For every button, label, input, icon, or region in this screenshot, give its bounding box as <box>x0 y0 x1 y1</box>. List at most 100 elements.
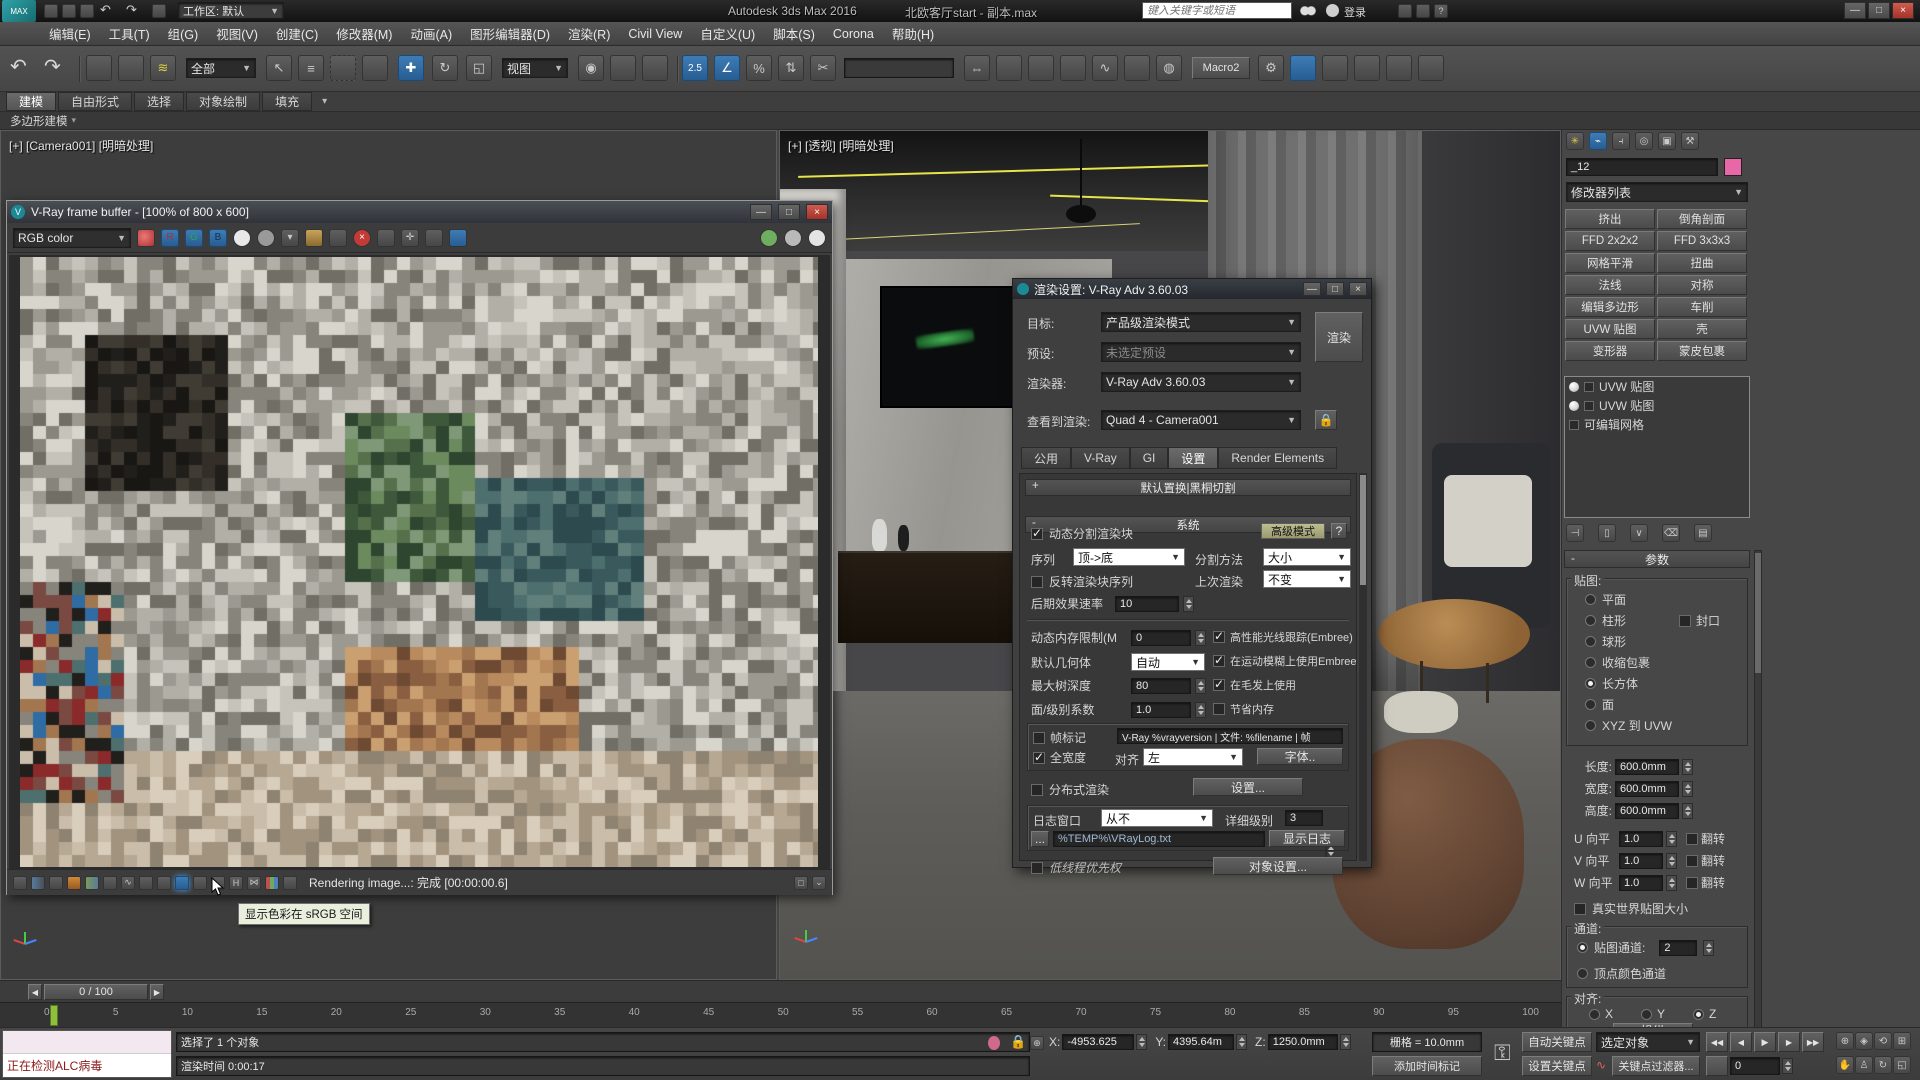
frame-stamp-checkbox[interactable] <box>1033 732 1045 744</box>
v-tile-spinner[interactable] <box>1666 853 1677 869</box>
height-spinner[interactable] <box>1682 803 1693 819</box>
go-to-start-icon[interactable]: ◀◀ <box>1706 1032 1728 1052</box>
search-binoculars-icon[interactable] <box>1300 2 1316 18</box>
key-filters-button[interactable]: 关键点过滤器... <box>1612 1056 1700 1076</box>
utilities-tab-icon[interactable]: ⚒ <box>1681 132 1699 150</box>
render-production-icon[interactable] <box>1322 55 1348 81</box>
orbit-icon[interactable]: ↻ <box>1874 1056 1892 1074</box>
isolate-toggle-icon[interactable] <box>988 1036 1000 1050</box>
view-lock-icon[interactable]: 🔒 <box>1315 410 1337 430</box>
selection-region-icon[interactable] <box>330 55 356 81</box>
conserve-memory-checkbox[interactable] <box>1213 703 1225 715</box>
make-unique-icon[interactable]: ∨ <box>1630 524 1648 542</box>
menu-item[interactable]: Civil View <box>619 25 691 43</box>
embree-hair-checkbox[interactable] <box>1213 679 1225 691</box>
show-log-button[interactable]: 显示日志 <box>1269 830 1345 847</box>
map-channel-field[interactable]: 2 <box>1659 940 1697 956</box>
menu-item[interactable]: 渲染(R) <box>559 22 619 45</box>
face-level-field[interactable]: 1.0 <box>1131 702 1191 718</box>
modifier-stack[interactable]: UVW 贴图 UVW 贴图 可编辑网格 <box>1564 376 1750 518</box>
stamp-align-dropdown[interactable]: 左▼ <box>1143 748 1243 766</box>
open-file-icon[interactable] <box>62 4 76 18</box>
snap-toggle-icon[interactable]: 2.5 <box>682 55 708 81</box>
dialog-scrollbar[interactable] <box>1359 473 1367 861</box>
use-pivot-center-icon[interactable]: ◉ <box>578 55 604 81</box>
hierarchy-tab-icon[interactable]: ⫞ <box>1612 132 1630 150</box>
render-last-icon[interactable] <box>760 229 778 247</box>
curve-editor-icon[interactable]: ∿ <box>1092 55 1118 81</box>
rollout-help-button[interactable]: ? <box>1331 523 1347 539</box>
embree-checkbox[interactable] <box>1213 631 1225 643</box>
window-minimize-icon[interactable]: — <box>1844 2 1866 19</box>
load-image-icon[interactable] <box>305 229 323 247</box>
post-rate-field[interactable]: 10 <box>1115 596 1179 612</box>
redo-scene-icon[interactable]: ↷ <box>44 54 61 79</box>
real-world-checkbox[interactable] <box>1574 903 1586 915</box>
u-tile-spinner[interactable] <box>1666 831 1677 847</box>
render-setup-dialog[interactable]: 渲染设置: V-Ray Adv 3.60.03 — □ × 目标: 产品级渲染模… <box>1012 278 1372 868</box>
menu-item[interactable]: 自定义(U) <box>691 22 764 45</box>
create-tab-icon[interactable]: ✳ <box>1566 132 1584 150</box>
bind-spacewarp-icon[interactable]: ≋ <box>150 55 176 81</box>
tab-render-elements[interactable]: Render Elements <box>1218 447 1337 469</box>
full-width-checkbox[interactable] <box>1033 752 1045 764</box>
motion-tab-icon[interactable]: ◎ <box>1635 132 1653 150</box>
auto-key-button[interactable]: 自动关键点 <box>1522 1032 1592 1052</box>
stamp-text-field[interactable]: V-Ray %vrayversion | 文件: %filename | 帧 <box>1117 728 1343 744</box>
next-frame-icon[interactable]: ▶ <box>1778 1032 1800 1052</box>
save-file-icon[interactable] <box>80 4 94 18</box>
modifier-enable-bulb-icon[interactable] <box>1569 382 1579 392</box>
key-mode-toggle-icon[interactable] <box>1706 1056 1728 1076</box>
modifier-list-dropdown[interactable]: 修改器列表▼ <box>1566 182 1748 202</box>
blue-channel-toggle[interactable]: B <box>209 229 227 247</box>
absolute-relative-icon[interactable]: ⊕ <box>1030 1036 1044 1050</box>
tab-settings[interactable]: 设置 <box>1168 447 1218 469</box>
stamp-icon[interactable] <box>283 876 297 890</box>
length-spinner[interactable] <box>1682 759 1693 775</box>
width-field[interactable]: 600.0mm <box>1615 781 1679 797</box>
red-channel-toggle[interactable]: R <box>161 229 179 247</box>
ribbon-tab-modeling[interactable]: 建模 <box>6 92 56 111</box>
dialog-maximize-icon[interactable]: □ <box>1326 282 1344 296</box>
log-path-field[interactable]: %TEMP%\VRayLog.txt <box>1053 831 1265 847</box>
stop-render-icon[interactable] <box>784 229 802 247</box>
color-corrections-icon[interactable] <box>137 229 155 247</box>
search-input[interactable] <box>1142 2 1292 19</box>
reference-coordinate-dropdown[interactable]: 视图▼ <box>502 58 568 78</box>
spinner-snap-icon[interactable]: ⇅ <box>778 55 804 81</box>
modifier-preset-button[interactable]: 壳 <box>1657 319 1747 339</box>
browse-log-button[interactable]: ... <box>1031 831 1049 847</box>
polygon-modeling-panel[interactable]: 多边形建模 <box>10 113 68 129</box>
xyz-uvw-radio[interactable] <box>1585 720 1596 731</box>
tree-depth-field[interactable]: 80 <box>1131 678 1191 694</box>
layer-manager-icon[interactable] <box>1028 55 1054 81</box>
select-and-move-icon[interactable]: ✚ <box>398 55 424 81</box>
tab-vray[interactable]: V-Ray <box>1071 447 1130 469</box>
percent-snap-icon[interactable]: % <box>746 55 772 81</box>
histogram-icon[interactable]: H <box>229 876 243 890</box>
frame-spinner[interactable] <box>1782 1058 1793 1074</box>
modifier-preset-button[interactable]: 扭曲 <box>1657 253 1747 273</box>
modifier-preset-button[interactable]: 法线 <box>1565 275 1655 295</box>
previous-frame-icon[interactable]: ◀ <box>1730 1032 1752 1052</box>
zoom-region-icon[interactable]: ⊞ <box>1893 1032 1911 1050</box>
renderer-dropdown[interactable]: V-Ray Adv 3.60.03▼ <box>1101 372 1301 392</box>
isolate-selection-icon[interactable] <box>1418 55 1444 81</box>
menu-item[interactable]: 修改器(M) <box>327 22 401 45</box>
target-dropdown[interactable]: 产品级渲染模式▼ <box>1101 312 1301 332</box>
embree-mb-checkbox[interactable] <box>1213 655 1225 667</box>
u-tile-field[interactable]: 1.0 <box>1619 831 1663 847</box>
material-editor-icon[interactable]: ◍ <box>1156 55 1182 81</box>
viewport-right-label[interactable]: [+] [透视] [明暗处理] <box>788 137 894 154</box>
menu-item[interactable]: 创建(C) <box>267 22 327 45</box>
y-coord-spinner[interactable] <box>1236 1034 1247 1050</box>
v-flip-checkbox[interactable] <box>1686 855 1698 867</box>
w-tile-spinner[interactable] <box>1666 875 1677 891</box>
zoom-all-icon[interactable]: ◈ <box>1855 1032 1873 1050</box>
help-icon[interactable]: ? <box>1434 4 1448 18</box>
select-link-icon[interactable] <box>86 55 112 81</box>
zoom-icon[interactable]: ⊕ <box>1836 1032 1854 1050</box>
advanced-mode-button[interactable]: 高级模式 <box>1261 523 1325 539</box>
render-button[interactable]: 渲染 <box>1315 312 1363 362</box>
track-bar[interactable]: 0510152025303540455055606570758085909510… <box>0 1002 1561 1027</box>
